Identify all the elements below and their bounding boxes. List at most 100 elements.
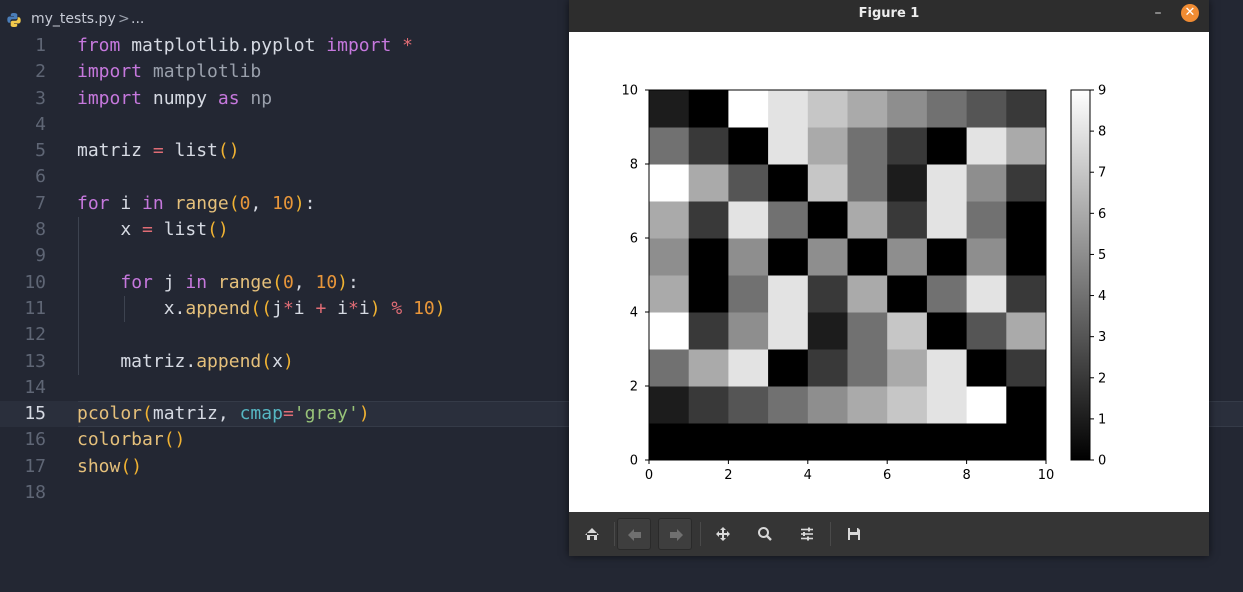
heatmap-cell <box>887 127 928 165</box>
line-number: 4 <box>35 113 46 135</box>
heatmap-cell <box>966 127 1007 165</box>
heatmap-cell <box>926 423 968 461</box>
indent-guide <box>78 322 79 349</box>
back-button[interactable] <box>617 518 651 550</box>
code-token: in <box>142 192 164 214</box>
code-token: import <box>326 35 392 56</box>
zoom-button[interactable] <box>748 518 782 550</box>
code-token: j <box>272 297 283 319</box>
line-number: 6 <box>35 166 46 188</box>
breadcrumb-separator: > <box>118 11 130 27</box>
code-token: matriz. <box>77 350 197 372</box>
minimize-icon[interactable]: – <box>1151 6 1165 20</box>
heatmap-cell <box>1006 423 1047 461</box>
heatmap-cell <box>966 312 1007 350</box>
code-token: * <box>348 297 359 319</box>
code-text: from matplotlib.pyplot import * <box>77 33 413 59</box>
forward-button[interactable] <box>658 518 692 550</box>
heatmap-cell <box>847 349 888 387</box>
code-token: 'gray' <box>293 403 359 425</box>
heatmap-cell <box>847 238 888 276</box>
x-tick-label: 4 <box>804 468 812 483</box>
close-icon[interactable]: ✕ <box>1181 4 1199 22</box>
code-text: import matplotlib <box>77 59 261 85</box>
configure-subplots-button[interactable] <box>790 518 824 550</box>
heatmap-cell <box>728 275 769 313</box>
code-token: ) <box>434 297 446 319</box>
code-token: = <box>282 403 294 425</box>
code-text: show() <box>77 454 142 480</box>
heatmap-cell <box>649 349 690 387</box>
code-token: 10 <box>413 297 435 319</box>
heatmap-cell <box>768 312 809 350</box>
pan-button[interactable] <box>706 518 740 550</box>
heatmap-cell <box>847 423 888 461</box>
toolbar-divider <box>830 522 831 546</box>
heatmap-cell <box>728 90 769 128</box>
code-token: + <box>315 297 327 319</box>
colorbar-tick-label: 8 <box>1098 125 1106 140</box>
heatmap-cell <box>688 423 729 461</box>
code-token: , <box>293 271 316 293</box>
colorbar-tick-label: 1 <box>1098 412 1106 427</box>
home-icon <box>585 528 599 540</box>
colorbar-tick-label: 5 <box>1098 248 1106 263</box>
heatmap-cell <box>1006 238 1047 276</box>
heatmap-cell <box>807 349 848 387</box>
heatmap-cell <box>807 164 848 202</box>
heatmap-cell <box>768 386 809 424</box>
code-text: pcolor(matriz, cmap='gray') <box>77 401 370 427</box>
heatmap-cell <box>728 312 769 350</box>
code-token: range <box>217 271 273 293</box>
line-number: 14 <box>24 376 46 398</box>
code-token: list <box>163 140 218 162</box>
code-token: from <box>77 35 121 56</box>
heatmap-cell <box>847 90 888 128</box>
code-token: 10 <box>315 271 338 293</box>
heatmap-cell <box>926 312 968 350</box>
heatmap-cell <box>1006 312 1047 350</box>
code-token: show <box>77 455 121 477</box>
figure-window: Figure 1 – ✕ 0 2 4 6 8 10 0 2 4 6 8 10 0 1 2 3 4 5 6 7 8 9 <box>569 0 1209 556</box>
code-token: * <box>282 297 294 319</box>
heatmap-cell <box>768 164 809 202</box>
code-token: matplotlib.pyplot <box>120 35 327 56</box>
save-button[interactable] <box>837 518 871 550</box>
code-token: numpy <box>142 87 218 109</box>
heatmap-cell <box>649 275 690 313</box>
heatmap-cell <box>926 164 968 202</box>
code-token: x. <box>77 297 186 319</box>
code-token: import <box>77 87 143 109</box>
line-number: 3 <box>35 87 46 109</box>
code-text: matriz.append(x) <box>77 349 293 375</box>
code-token: ) <box>369 297 381 319</box>
code-token: for <box>77 192 110 214</box>
figure-titlebar[interactable]: Figure 1 – ✕ <box>569 0 1209 32</box>
heatmap-cell <box>688 201 729 239</box>
line-number: 13 <box>24 350 46 372</box>
figure-title: Figure 1 <box>858 6 920 21</box>
breadcrumb-more[interactable]: ... <box>131 11 144 27</box>
code-token: j <box>152 271 186 293</box>
plot-canvas[interactable]: 0 2 4 6 8 10 0 2 4 6 8 10 0 1 2 3 4 5 6 7 8 9 <box>569 32 1209 512</box>
code-text: for j in range(0, 10): <box>77 270 359 296</box>
heatmap-cell <box>926 238 968 276</box>
sliders-icon <box>801 527 813 541</box>
code-token: matriz, <box>152 403 240 425</box>
line-number: 18 <box>24 482 46 504</box>
code-token: i <box>109 192 143 214</box>
breadcrumb-file[interactable]: my_tests.py <box>31 11 116 27</box>
heatmap-cell <box>688 127 729 165</box>
heatmap-cell <box>688 164 729 202</box>
heatmap-cell <box>887 275 928 313</box>
heatmap-cell <box>728 201 769 239</box>
code-token: % <box>391 297 403 319</box>
home-button[interactable] <box>575 518 609 550</box>
heatmap-cell <box>887 164 928 202</box>
heatmap-cell <box>926 127 968 165</box>
code-token: x <box>272 350 283 372</box>
code-token: 10 <box>272 192 294 214</box>
